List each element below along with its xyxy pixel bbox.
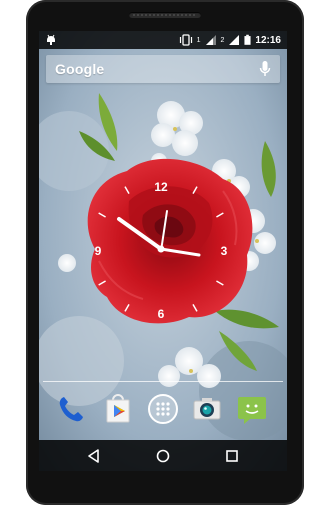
phone-app[interactable] bbox=[55, 393, 87, 425]
hour-hand bbox=[117, 217, 163, 251]
earpiece-speaker bbox=[129, 12, 201, 18]
home-screen: 1 2 12:16 Google 12 3 6 9 bbox=[39, 31, 287, 471]
signal-icon bbox=[205, 35, 216, 45]
dock bbox=[39, 393, 287, 429]
dock-divider bbox=[43, 381, 283, 382]
home-icon[interactable] bbox=[155, 448, 171, 464]
messaging-icon bbox=[238, 397, 266, 424]
sim1-label: 1 bbox=[196, 36, 201, 44]
clock-tick bbox=[98, 212, 106, 218]
camera-icon bbox=[193, 398, 221, 420]
signal-icon bbox=[229, 35, 240, 45]
analog-clock-widget[interactable]: 12 3 6 9 bbox=[81, 165, 241, 325]
mic-icon[interactable] bbox=[259, 60, 271, 78]
vibrate-icon bbox=[179, 34, 192, 46]
minute-hand bbox=[159, 247, 201, 257]
clock-tick bbox=[216, 280, 224, 286]
clock-tick bbox=[192, 304, 198, 312]
dial-number-3: 3 bbox=[221, 244, 228, 258]
app-drawer-icon bbox=[148, 394, 178, 424]
android-notification-icon bbox=[47, 34, 55, 45]
clock-tick bbox=[192, 186, 198, 194]
messaging-app[interactable] bbox=[236, 393, 268, 425]
second-hand bbox=[160, 210, 168, 252]
navigation-bar bbox=[39, 440, 287, 471]
clock-tick bbox=[124, 186, 130, 194]
sim2-label: 2 bbox=[220, 36, 225, 44]
dial-number-12: 12 bbox=[154, 180, 168, 194]
status-bar: 1 2 12:16 bbox=[39, 31, 287, 49]
battery-icon bbox=[244, 34, 251, 45]
dial-number-6: 6 bbox=[158, 307, 165, 321]
camera-app[interactable] bbox=[191, 393, 223, 425]
clock-tick bbox=[216, 212, 224, 218]
recents-icon[interactable] bbox=[224, 448, 240, 464]
clock-center-pin bbox=[157, 245, 165, 253]
back-icon[interactable] bbox=[86, 448, 102, 464]
play-store-icon bbox=[106, 394, 130, 423]
app-drawer[interactable] bbox=[147, 393, 179, 425]
phone-icon bbox=[59, 397, 83, 422]
status-time: 12:16 bbox=[255, 34, 281, 46]
clock-tick bbox=[98, 280, 106, 286]
play-store-app[interactable] bbox=[102, 393, 134, 425]
search-label: Google bbox=[55, 61, 105, 77]
clock-tick bbox=[124, 304, 130, 312]
dial-number-9: 9 bbox=[95, 244, 102, 258]
google-search-bar[interactable]: Google bbox=[46, 55, 280, 83]
